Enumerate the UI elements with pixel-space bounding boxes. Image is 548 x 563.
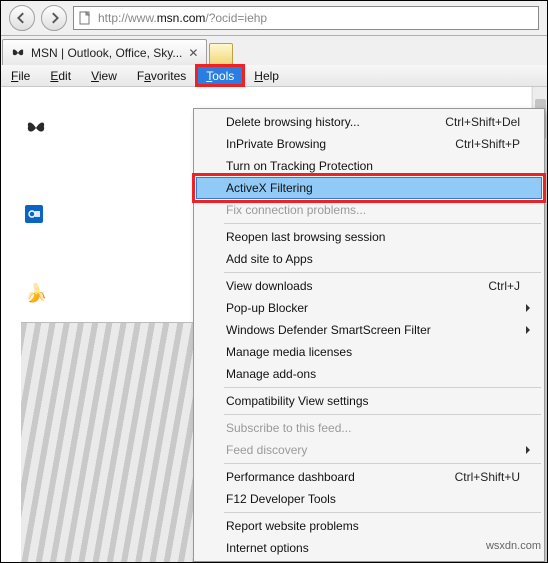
menu-file[interactable]: File [1,65,40,86]
url-text: http://www.msn.com/?ocid=iehp [96,11,538,25]
mi-performance-dashboard[interactable]: Performance dashboardCtrl+Shift+U [196,466,542,488]
menu-bar: File Edit View Favorites Tools Help [1,65,547,87]
mi-popup-blocker[interactable]: Pop-up Blocker [196,297,542,319]
mi-report-problems[interactable]: Report website problems [196,515,542,537]
mi-compatibility-view[interactable]: Compatibility View settings [196,390,542,412]
mi-activex-filtering[interactable]: ActiveX Filtering [196,177,542,199]
mi-add-site-apps[interactable]: Add site to Apps [196,248,542,270]
separator [224,414,541,415]
mi-f12-devtools[interactable]: F12 Developer Tools [196,488,542,510]
mi-delete-history[interactable]: Delete browsing history...Ctrl+Shift+Del [196,111,542,133]
mi-feed-discovery: Feed discovery [196,439,542,461]
tools-dropdown: Delete browsing history...Ctrl+Shift+Del… [193,108,545,562]
back-button[interactable] [9,5,35,31]
separator [224,387,541,388]
tab-title: MSN | Outlook, Office, Sky... [31,46,182,60]
site-icon [74,11,96,25]
mi-view-downloads[interactable]: View downloadsCtrl+J [196,275,542,297]
mi-reopen-session[interactable]: Reopen last browsing session [196,226,542,248]
mi-manage-media[interactable]: Manage media licenses [196,341,542,363]
new-tab-button[interactable] [209,43,233,65]
butterfly-icon [11,46,25,60]
banana-icon: 🍌 [25,283,47,304]
address-bar[interactable]: http://www.msn.com/?ocid=iehp [73,6,539,30]
menu-tools[interactable]: Tools [196,65,244,86]
outlook-icon[interactable] [25,205,43,223]
separator [224,272,541,273]
separator [224,463,541,464]
mi-manage-addons[interactable]: Manage add-ons [196,363,542,385]
mi-tracking-protection[interactable]: Turn on Tracking Protection [196,155,542,177]
watermark: wsxdn.com [486,540,541,552]
mi-smartscreen[interactable]: Windows Defender SmartScreen Filter [196,319,542,341]
navigation-bar: http://www.msn.com/?ocid=iehp [1,1,547,36]
close-icon[interactable]: ✕ [188,46,198,60]
menu-edit[interactable]: Edit [40,65,81,86]
menu-help[interactable]: Help [244,65,289,86]
butterfly-icon [25,117,47,145]
forward-button[interactable] [41,5,67,31]
mi-fix-connection: Fix connection problems... [196,199,542,221]
separator [224,512,541,513]
menu-view[interactable]: View [81,65,127,86]
mi-subscribe-feed: Subscribe to this feed... [196,417,542,439]
tab-strip: MSN | Outlook, Office, Sky... ✕ [1,36,547,65]
menu-favorites[interactable]: Favorites [127,65,196,86]
mi-inprivate[interactable]: InPrivate BrowsingCtrl+Shift+P [196,133,542,155]
tab-msn[interactable]: MSN | Outlook, Office, Sky... ✕ [2,39,207,65]
separator [224,223,541,224]
